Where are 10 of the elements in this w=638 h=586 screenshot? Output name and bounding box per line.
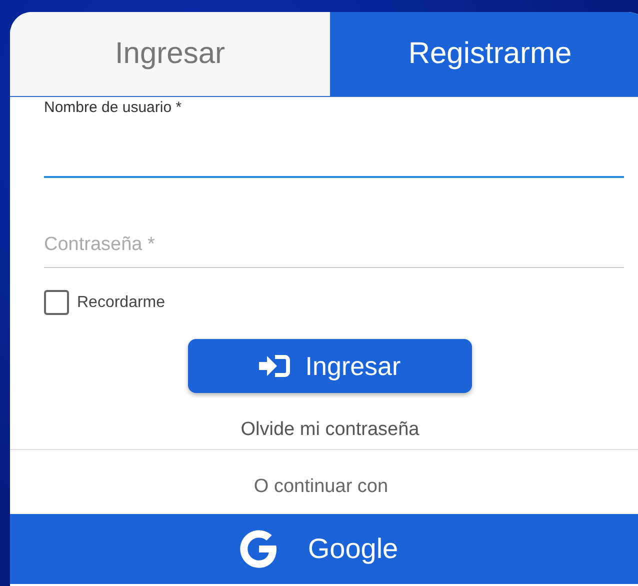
tab[interactable]: Registrarme	[330, 12, 638, 96]
tab[interactable]: Ingresar	[10, 12, 330, 96]
forgot-password-link[interactable]: Olvide mi contraseña	[240, 419, 420, 441]
checkbox-label: Recordarme	[77, 294, 166, 312]
google-button[interactable]: Google	[10, 514, 638, 584]
divider-text: O continuar con	[252, 475, 390, 499]
field-label: Nombre de usuario *	[44, 99, 183, 116]
checkbox[interactable]	[44, 290, 69, 315]
login-button[interactable]: Ingresar	[188, 339, 472, 393]
input-field[interactable]: Contraseña *	[44, 228, 624, 268]
